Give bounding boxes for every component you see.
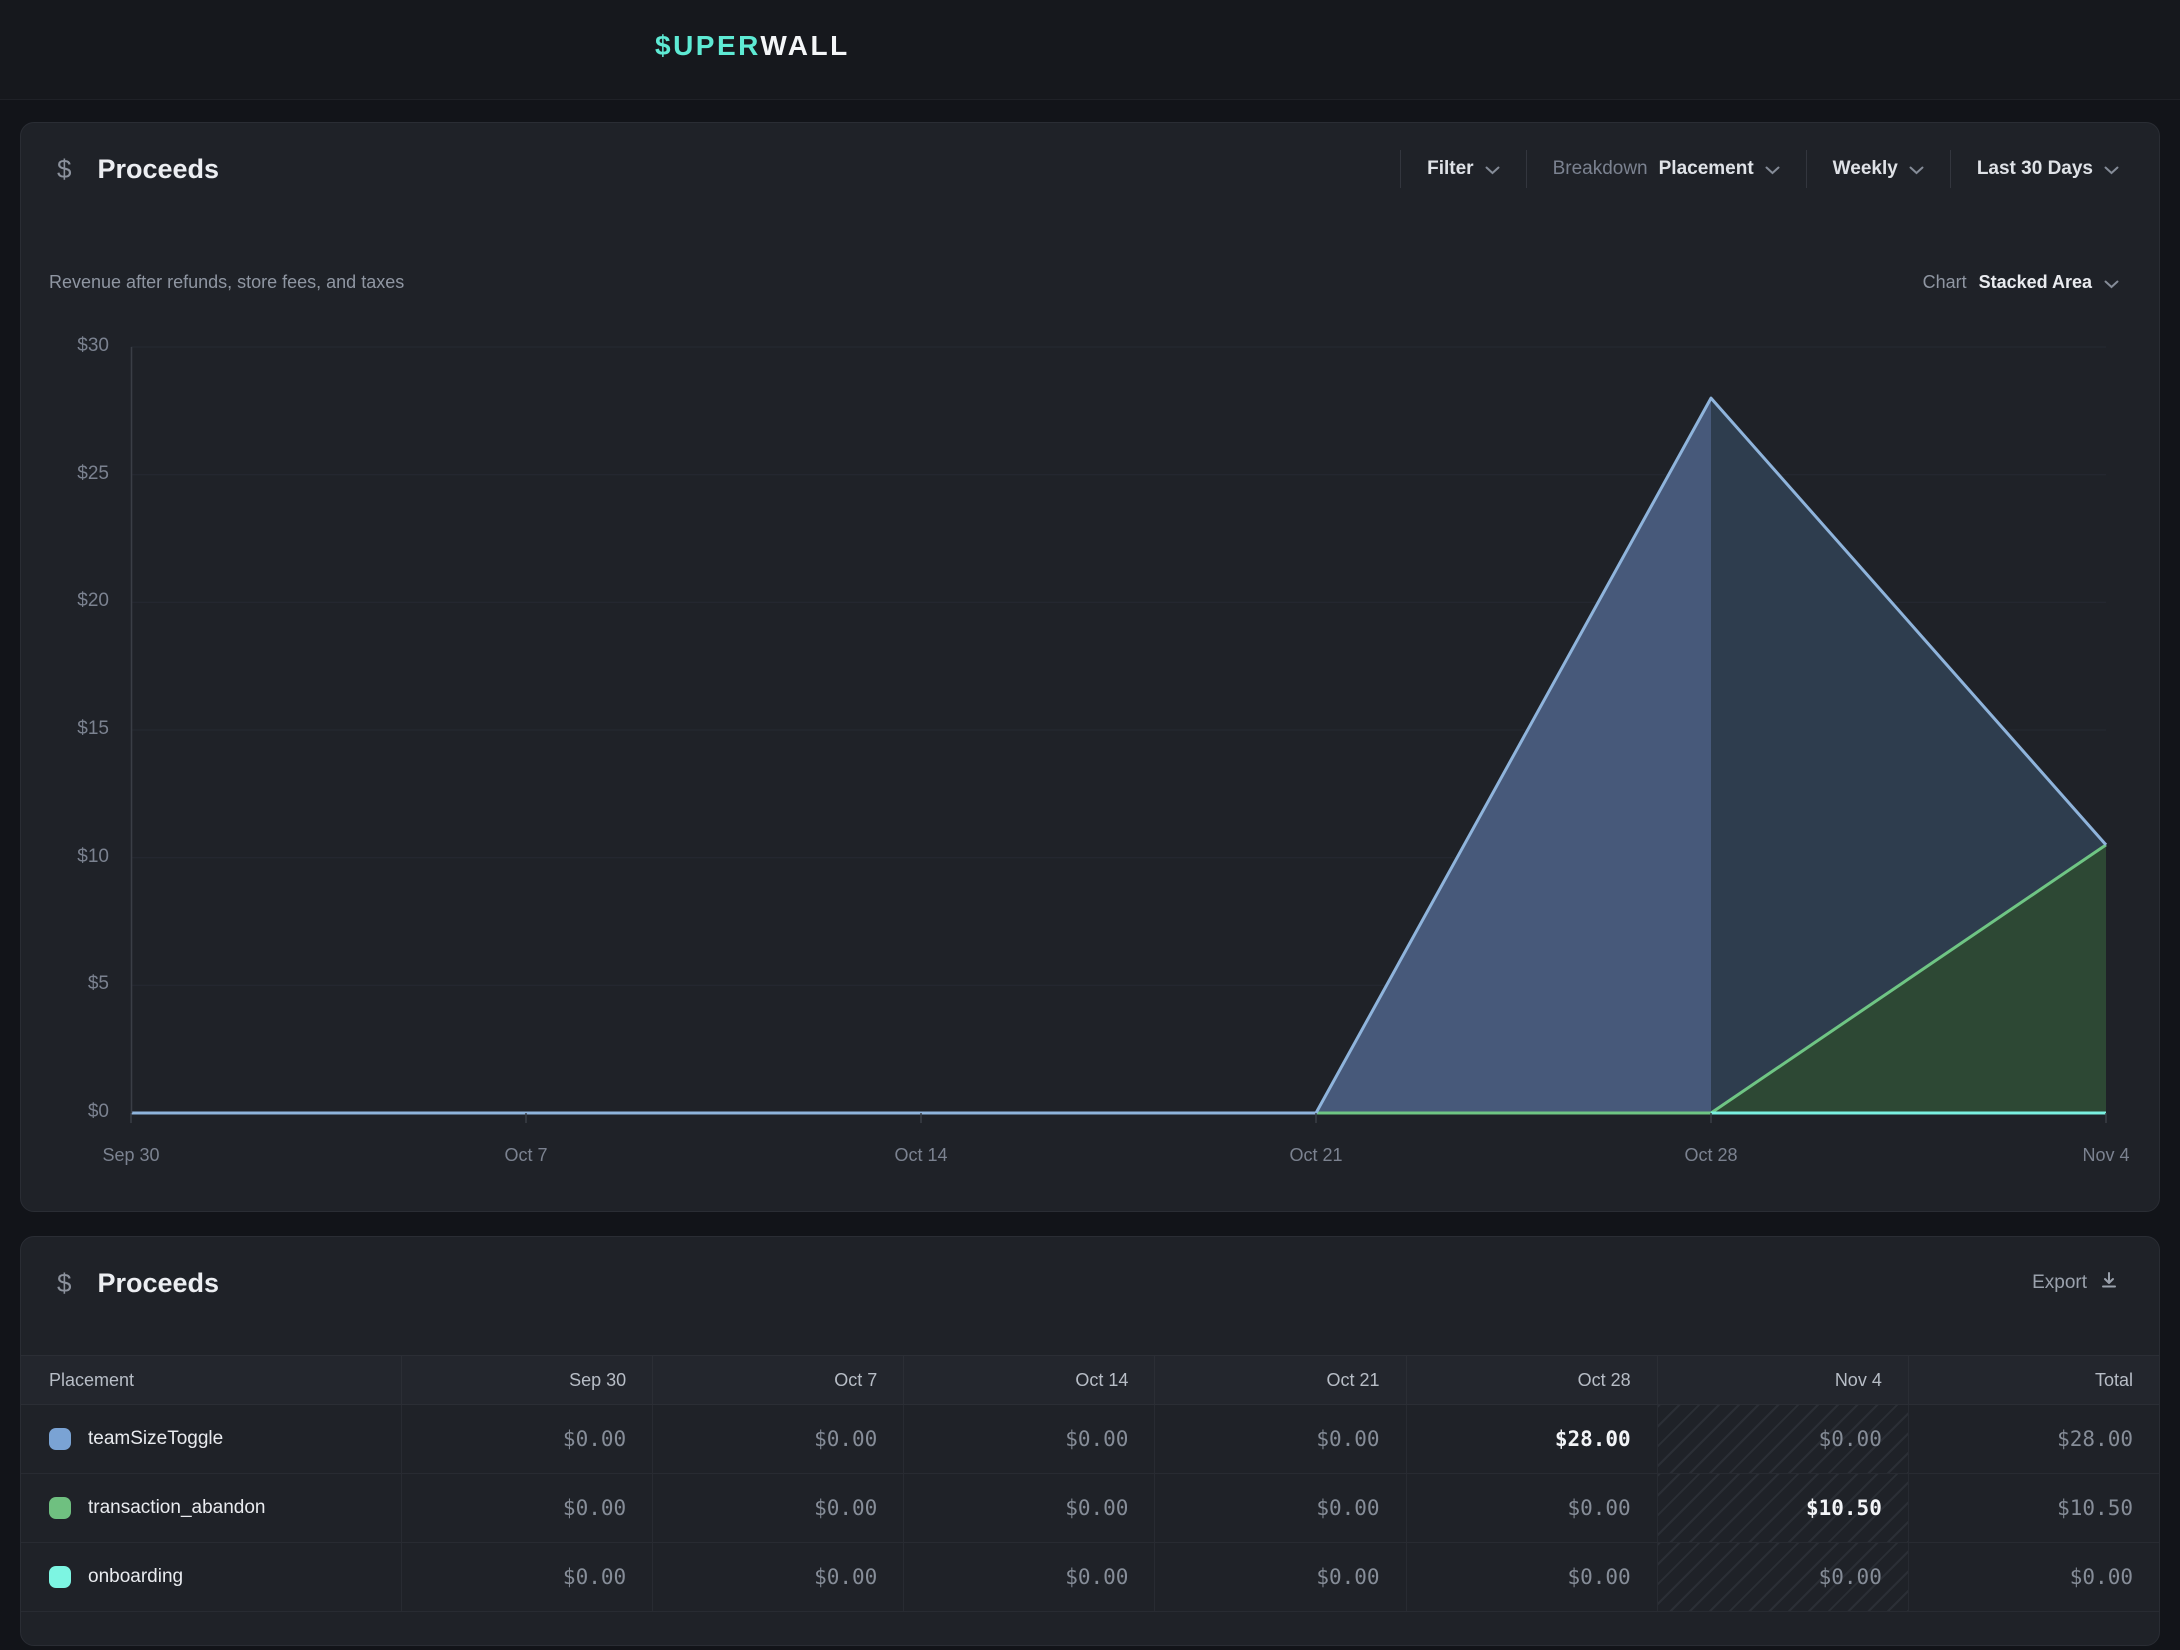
x-axis-tick-label: Oct 14: [894, 1145, 947, 1166]
column-header: Oct 7: [652, 1356, 903, 1404]
placement-name: teamSizeToggle: [88, 1428, 223, 1450]
y-axis-tick-label: $15: [21, 718, 109, 740]
x-axis-tick-label: Oct 21: [1289, 1145, 1342, 1166]
date-range-dropdown[interactable]: Last 30 Days: [1977, 157, 2119, 181]
chart-card-header: $ Proceeds Filter Breakdown Placement We…: [21, 123, 2159, 215]
column-header: Oct 28: [1406, 1356, 1657, 1404]
value-cell: $0.00: [903, 1474, 1154, 1542]
chart-type-label: Chart: [1923, 272, 1967, 293]
divider: [1400, 150, 1401, 188]
value-cell: $0.00: [652, 1543, 903, 1611]
chevron-down-icon: [2104, 273, 2119, 294]
y-axis-tick-label: $30: [21, 335, 109, 357]
y-axis-tick-label: $0: [21, 1101, 109, 1123]
dollar-icon: $: [57, 1268, 71, 1299]
table-body: teamSizeToggle$0.00$0.00$0.00$0.00$28.00…: [21, 1405, 2159, 1612]
logo-suffix: WALL: [760, 30, 849, 61]
column-header: Placement: [21, 1356, 401, 1404]
chart-type-value: Stacked Area: [1979, 272, 2092, 293]
total-cell: $10.50: [1908, 1474, 2159, 1542]
placement-cell: teamSizeToggle: [21, 1405, 401, 1473]
placement-cell: transaction_abandon: [21, 1474, 401, 1542]
breakdown-dropdown[interactable]: Breakdown Placement: [1553, 157, 1780, 181]
total-cell: $0.00: [1908, 1543, 2159, 1611]
table-card-header: $ Proceeds Export: [21, 1237, 2159, 1329]
superwall-logo: $UPERWALL: [655, 30, 850, 62]
column-header: Oct 14: [903, 1356, 1154, 1404]
logo-prefix: $UPER: [655, 30, 760, 61]
stacked-area-chart[interactable]: [131, 347, 2106, 1123]
value-cell: $0.00: [1657, 1543, 1908, 1611]
table-card-title: Proceeds: [97, 1268, 219, 1299]
chart-controls: Filter Breakdown Placement Weekly Last 3…: [1400, 150, 2119, 188]
value-cell: $0.00: [903, 1405, 1154, 1473]
interval-dropdown[interactable]: Weekly: [1833, 157, 1924, 181]
filter-dropdown[interactable]: Filter: [1427, 157, 1499, 181]
chart-subtitle: Revenue after refunds, store fees, and t…: [49, 272, 404, 293]
placement-cell: onboarding: [21, 1543, 401, 1611]
chart-card-title: Proceeds: [97, 154, 219, 185]
breakdown-label: Breakdown: [1553, 158, 1648, 180]
series-color-swatch: [49, 1497, 71, 1519]
chart-type-dropdown[interactable]: Chart Stacked Area: [1923, 271, 2119, 294]
column-header: Total: [1908, 1356, 2159, 1404]
date-range-value: Last 30 Days: [1977, 158, 2093, 180]
divider: [1950, 150, 1951, 188]
y-axis-tick-label: $20: [21, 590, 109, 612]
value-cell: $0.00: [1154, 1474, 1405, 1542]
value-cell: $0.00: [1406, 1474, 1657, 1542]
value-cell: $0.00: [401, 1474, 652, 1542]
value-cell: $0.00: [1154, 1543, 1405, 1611]
series-color-swatch: [49, 1566, 71, 1588]
x-axis-tick-label: Nov 4: [2082, 1145, 2129, 1166]
table-header-row: PlacementSep 30Oct 7Oct 14Oct 21Oct 28No…: [21, 1355, 2159, 1405]
chevron-down-icon: [1765, 159, 1780, 181]
x-axis-tick-label: Oct 28: [1684, 1145, 1737, 1166]
interval-value: Weekly: [1833, 158, 1898, 180]
divider: [1806, 150, 1807, 188]
y-axis-tick-label: $10: [21, 846, 109, 868]
value-cell: $0.00: [1406, 1543, 1657, 1611]
total-cell: $28.00: [1908, 1405, 2159, 1473]
value-cell: $0.00: [652, 1405, 903, 1473]
value-cell: $0.00: [401, 1405, 652, 1473]
value-cell: $0.00: [1657, 1405, 1908, 1473]
column-header: Oct 21: [1154, 1356, 1405, 1404]
value-cell: $0.00: [1154, 1405, 1405, 1473]
chevron-down-icon: [1485, 159, 1500, 181]
chart-subheader: Revenue after refunds, store fees, and t…: [49, 269, 2119, 295]
placement-name: transaction_abandon: [88, 1497, 265, 1519]
x-axis-tick-label: Sep 30: [102, 1145, 159, 1166]
chevron-down-icon: [1909, 159, 1924, 181]
value-cell: $0.00: [652, 1474, 903, 1542]
value-cell: $28.00: [1406, 1405, 1657, 1473]
y-axis-tick-label: $25: [21, 463, 109, 485]
breakdown-value: Placement: [1659, 158, 1754, 180]
value-cell: $0.00: [903, 1543, 1154, 1611]
top-navigation-bar: $UPERWALL: [0, 0, 2180, 100]
proceeds-table: PlacementSep 30Oct 7Oct 14Oct 21Oct 28No…: [21, 1355, 2159, 1612]
column-header: Nov 4: [1657, 1356, 1908, 1404]
download-icon: [2099, 1270, 2119, 1296]
chevron-down-icon: [2104, 159, 2119, 181]
proceeds-table-card: $ Proceeds Export PlacementSep 30Oct 7Oc…: [20, 1236, 2160, 1646]
table-row[interactable]: transaction_abandon$0.00$0.00$0.00$0.00$…: [21, 1474, 2159, 1543]
proceeds-chart-card: $ Proceeds Filter Breakdown Placement We…: [20, 122, 2160, 1212]
dollar-icon: $: [57, 154, 71, 185]
value-cell: $10.50: [1657, 1474, 1908, 1542]
divider: [1526, 150, 1527, 188]
filter-label: Filter: [1427, 158, 1473, 180]
export-button[interactable]: Export: [2032, 1270, 2119, 1296]
x-axis-tick-label: Oct 7: [504, 1145, 547, 1166]
value-cell: $0.00: [401, 1543, 652, 1611]
column-header: Sep 30: [401, 1356, 652, 1404]
table-row[interactable]: onboarding$0.00$0.00$0.00$0.00$0.00$0.00…: [21, 1543, 2159, 1612]
table-row[interactable]: teamSizeToggle$0.00$0.00$0.00$0.00$28.00…: [21, 1405, 2159, 1474]
export-label: Export: [2032, 1272, 2087, 1294]
y-axis-tick-label: $5: [21, 973, 109, 995]
placement-name: onboarding: [88, 1566, 183, 1588]
series-color-swatch: [49, 1428, 71, 1450]
